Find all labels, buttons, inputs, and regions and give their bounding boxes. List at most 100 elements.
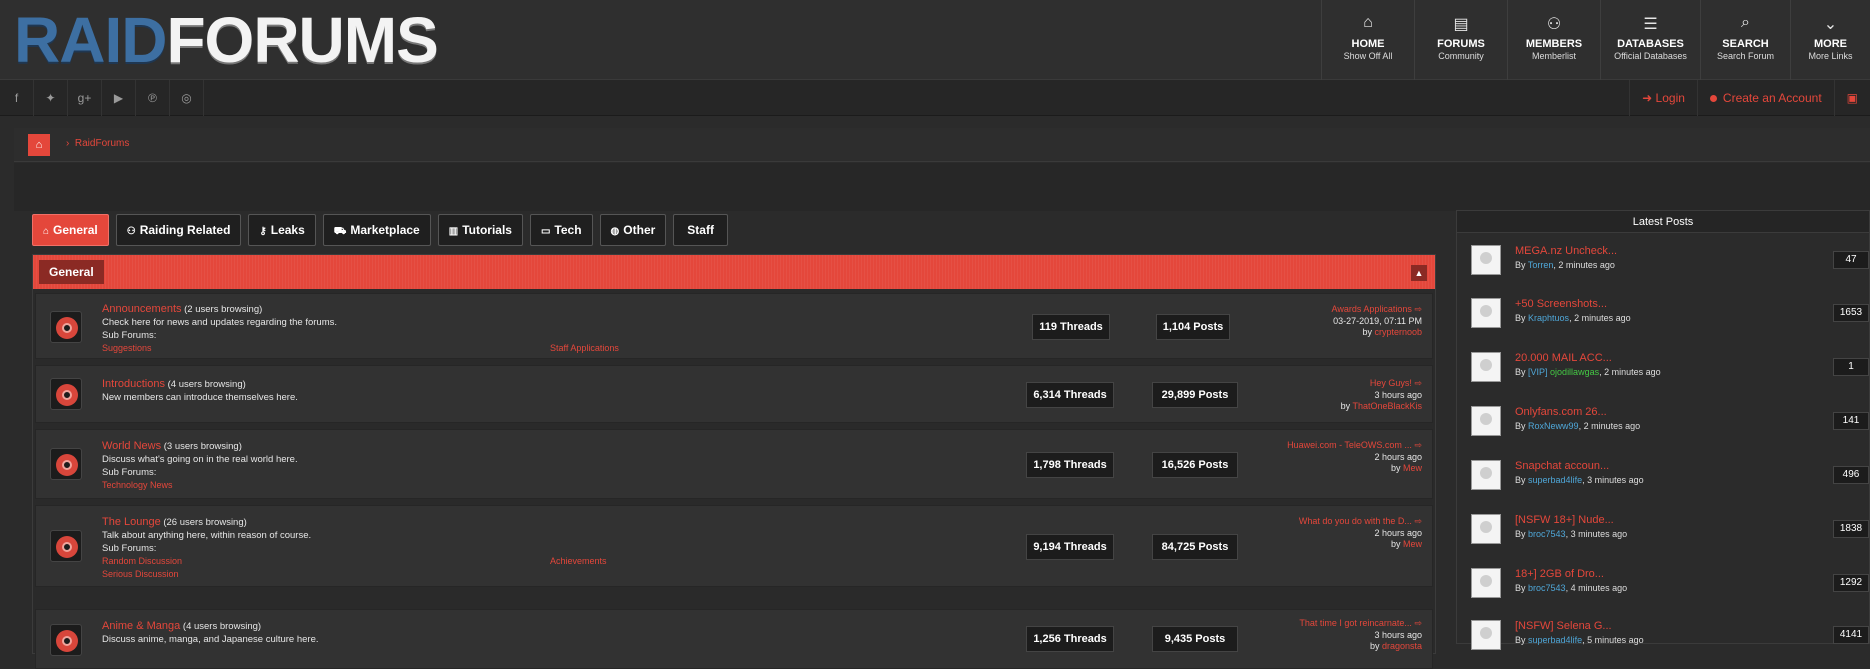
last-post-user[interactable]: dragonsta	[1382, 641, 1422, 651]
post-count: 9,435 Posts	[1152, 626, 1238, 652]
view-count: 496	[1833, 466, 1869, 484]
post-author-link[interactable]: [VIP] ojodillawgas	[1528, 367, 1599, 377]
avatar[interactable]	[1471, 406, 1501, 436]
nav-home[interactable]: ⌂ HOME Show Off All	[1321, 0, 1414, 80]
last-post-link[interactable]: Huawei.com - TeleOWS.com ...	[1287, 440, 1412, 450]
latest-post-link[interactable]: [NSFW] Selena G...	[1515, 620, 1612, 632]
post-count: 1,104 Posts	[1156, 314, 1230, 340]
post-count: 16,526 Posts	[1152, 452, 1238, 478]
subforum-link[interactable]: Serious Discussion	[102, 568, 179, 581]
latest-post-link[interactable]: Snapchat accoun...	[1515, 460, 1609, 472]
forum-link[interactable]: Anime & Manga	[102, 620, 180, 632]
last-post-link[interactable]: Hey Guys!	[1370, 378, 1412, 388]
view-count: 1292	[1833, 574, 1869, 592]
forum-link[interactable]: World News	[102, 440, 161, 452]
avatar[interactable]	[1471, 245, 1501, 275]
nav-search[interactable]: ⌕ SEARCH Search Forum	[1700, 0, 1790, 80]
last-post-user[interactable]: ThatOneBlackKis	[1352, 401, 1422, 411]
breadcrumb-home-icon[interactable]: ⌂	[28, 134, 50, 156]
image-icon[interactable]: ▣	[1833, 80, 1870, 116]
tab-leaks[interactable]: ⚷ Leaks	[248, 214, 316, 246]
facebook-icon[interactable]: f	[0, 80, 34, 116]
post-author-link[interactable]: Kraphtuos	[1528, 313, 1569, 323]
last-post-link[interactable]: That time I got reincarnate...	[1299, 618, 1412, 628]
forum-link[interactable]: The Lounge	[102, 516, 161, 528]
subforum-link[interactable]: Achievements	[550, 555, 607, 568]
post-author-link[interactable]: broc7543	[1528, 529, 1566, 539]
avatar[interactable]	[1471, 352, 1501, 382]
latest-post-link[interactable]: MEGA.nz Uncheck...	[1515, 245, 1617, 257]
cart-icon: ⛟	[333, 226, 347, 237]
nav-databases[interactable]: ☰ DATABASES Official Databases	[1600, 0, 1700, 80]
latest-post-link[interactable]: 20.000 MAIL ACC...	[1515, 352, 1612, 364]
forum-description: Discuss anime, manga, and Japanese cultu…	[102, 634, 319, 645]
post-author-link[interactable]: RoxNeww99	[1528, 421, 1579, 431]
create-account-link[interactable]: Create an Account	[1696, 80, 1834, 116]
post-author-link[interactable]: broc7543	[1528, 583, 1566, 593]
tab-staff[interactable]: Staff	[673, 214, 728, 246]
tab-tutorials[interactable]: ▥ Tutorials	[437, 214, 523, 246]
latest-post-link[interactable]: 18+] 2GB of Dro...	[1515, 568, 1604, 580]
last-post: What do you do with the D... ⇨ 2 hours a…	[1298, 516, 1422, 549]
tab-general[interactable]: ⌂ General	[32, 214, 109, 246]
goto-icon[interactable]: ⇨	[1414, 378, 1422, 388]
post-author-link[interactable]: superbad4life	[1528, 475, 1582, 485]
nav-more[interactable]: ⌄ MORE More Links	[1790, 0, 1870, 80]
book-icon: ▥	[448, 226, 459, 237]
users-icon: ⚇	[1546, 16, 1562, 33]
forum-status-icon	[50, 378, 82, 410]
last-post-user[interactable]: Mew	[1403, 539, 1422, 549]
subforum-link[interactable]: Random Discussion	[102, 555, 182, 568]
avatar[interactable]	[1471, 514, 1501, 544]
tab-tech[interactable]: ▭ Tech	[529, 214, 593, 246]
forum-link[interactable]: Introductions	[102, 378, 165, 390]
forum-link[interactable]: Announcements	[102, 303, 182, 315]
tab-raiding-related[interactable]: ⚇ Raiding Related	[115, 214, 242, 246]
last-post-link[interactable]: Awards Applications	[1332, 304, 1412, 314]
latest-post-link[interactable]: +50 Screenshots...	[1515, 298, 1607, 310]
nav-forums[interactable]: ▤ FORUMS Community	[1414, 0, 1507, 80]
latest-post-item: 20.000 MAIL ACC... By [VIP] ojodillawgas…	[1465, 346, 1869, 392]
pinterest-icon[interactable]: ℗	[136, 80, 170, 116]
thread-count: 9,194 Threads	[1026, 534, 1114, 560]
laptop-icon: ▭	[540, 226, 551, 237]
last-post-user[interactable]: Mew	[1403, 463, 1422, 473]
avatar[interactable]	[1471, 568, 1501, 598]
tab-other[interactable]: ◍ Other	[599, 214, 667, 246]
forum-row: The Lounge (26 users browsing) Talk abou…	[35, 505, 1433, 587]
tab-marketplace[interactable]: ⛟ Marketplace	[322, 214, 431, 246]
top-header: RAIDFORUMS ⌂ HOME Show Off All ▤ FORUMS Comm…	[0, 0, 1870, 80]
post-count: 29,899 Posts	[1152, 382, 1238, 408]
forum-status-icon	[50, 311, 82, 343]
dribbble-icon[interactable]: ◎	[170, 80, 204, 116]
last-post-link[interactable]: What do you do with the D...	[1299, 516, 1412, 526]
subforum-link[interactable]: Technology News	[102, 479, 173, 492]
youtube-icon[interactable]: ▶	[102, 80, 136, 116]
site-logo[interactable]: RAIDFORUMS	[14, 8, 439, 72]
avatar[interactable]	[1471, 460, 1501, 490]
goto-icon[interactable]: ⇨	[1414, 618, 1422, 628]
avatar[interactable]	[1471, 620, 1501, 650]
subforum-link[interactable]: Staff Applications	[550, 342, 619, 355]
breadcrumb-current[interactable]: › RaidForums	[66, 138, 129, 149]
forum-row: Anime & Manga (4 users browsing) Discuss…	[35, 609, 1433, 669]
google-plus-icon[interactable]: g+	[68, 80, 102, 116]
avatar[interactable]	[1471, 298, 1501, 328]
goto-icon[interactable]: ⇨	[1414, 304, 1422, 314]
goto-icon[interactable]: ⇨	[1414, 440, 1422, 450]
latest-post-link[interactable]: Onlyfans.com 26...	[1515, 406, 1607, 418]
post-author-link[interactable]: Torren	[1528, 260, 1554, 270]
subforum-link[interactable]: Suggestions	[102, 342, 152, 355]
file-icon: ▤	[1453, 16, 1469, 33]
last-post-user[interactable]: crypternoob	[1374, 327, 1422, 337]
main-nav: ⌂ HOME Show Off All ▤ FORUMS Community ⚇ MEMB…	[1321, 0, 1870, 80]
twitter-icon[interactable]: ✦	[34, 80, 68, 116]
thread-count: 6,314 Threads	[1026, 382, 1114, 408]
nav-members[interactable]: ⚇ MEMBERS Memberlist	[1507, 0, 1600, 80]
collapse-icon[interactable]: ▲	[1411, 265, 1427, 281]
login-link[interactable]: ➜ Login	[1629, 80, 1697, 116]
goto-icon[interactable]: ⇨	[1414, 516, 1422, 526]
latest-post-link[interactable]: [NSFW 18+] Nude...	[1515, 514, 1614, 526]
forum-row: World News (3 users browsing) Discuss wh…	[35, 429, 1433, 499]
unlock-icon: ⚷	[259, 226, 267, 237]
